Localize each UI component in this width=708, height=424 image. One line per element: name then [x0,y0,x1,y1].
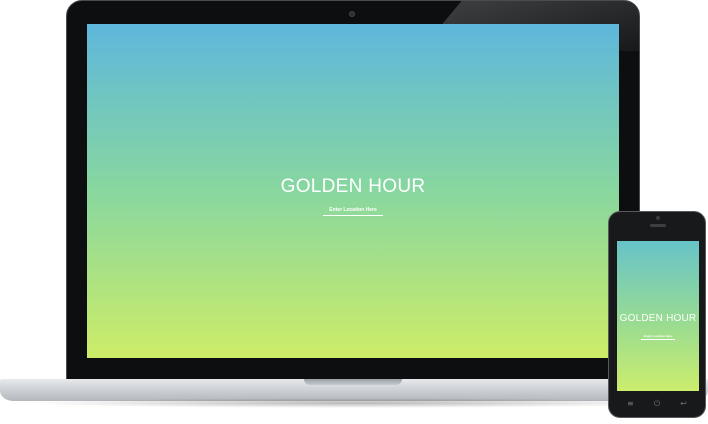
phone-app-content: GOLDEN HOUR Enter Location Here [617,313,699,342]
phone-body: GOLDEN HOUR Enter Location Here ≡ ⏻ ↩ [608,211,706,418]
laptop-opening-notch [304,379,402,385]
webcam-icon [349,11,355,17]
power-icon[interactable]: ⏻ [654,399,660,409]
phone-app-title: GOLDEN HOUR [619,313,697,324]
phone-camera-icon [656,216,660,220]
back-icon[interactable]: ↩ [680,399,687,409]
laptop-lid: GOLDEN HOUR Enter Location Here [66,0,640,380]
laptop-screen: GOLDEN HOUR Enter Location Here [87,24,619,358]
phone-nav-bar: ≡ ⏻ ↩ [609,398,705,410]
phone-enter-location-link[interactable]: Enter Location Here [641,334,675,340]
laptop-shadow [20,398,690,408]
menu-icon[interactable]: ≡ [627,399,634,409]
phone-speaker [650,224,666,227]
app-title: GOLDEN HOUR [280,176,426,197]
phone-screen: GOLDEN HOUR Enter Location Here [617,241,699,391]
enter-location-link[interactable]: Enter Location Here [323,207,383,216]
laptop-app-content: GOLDEN HOUR Enter Location Here [87,176,619,216]
